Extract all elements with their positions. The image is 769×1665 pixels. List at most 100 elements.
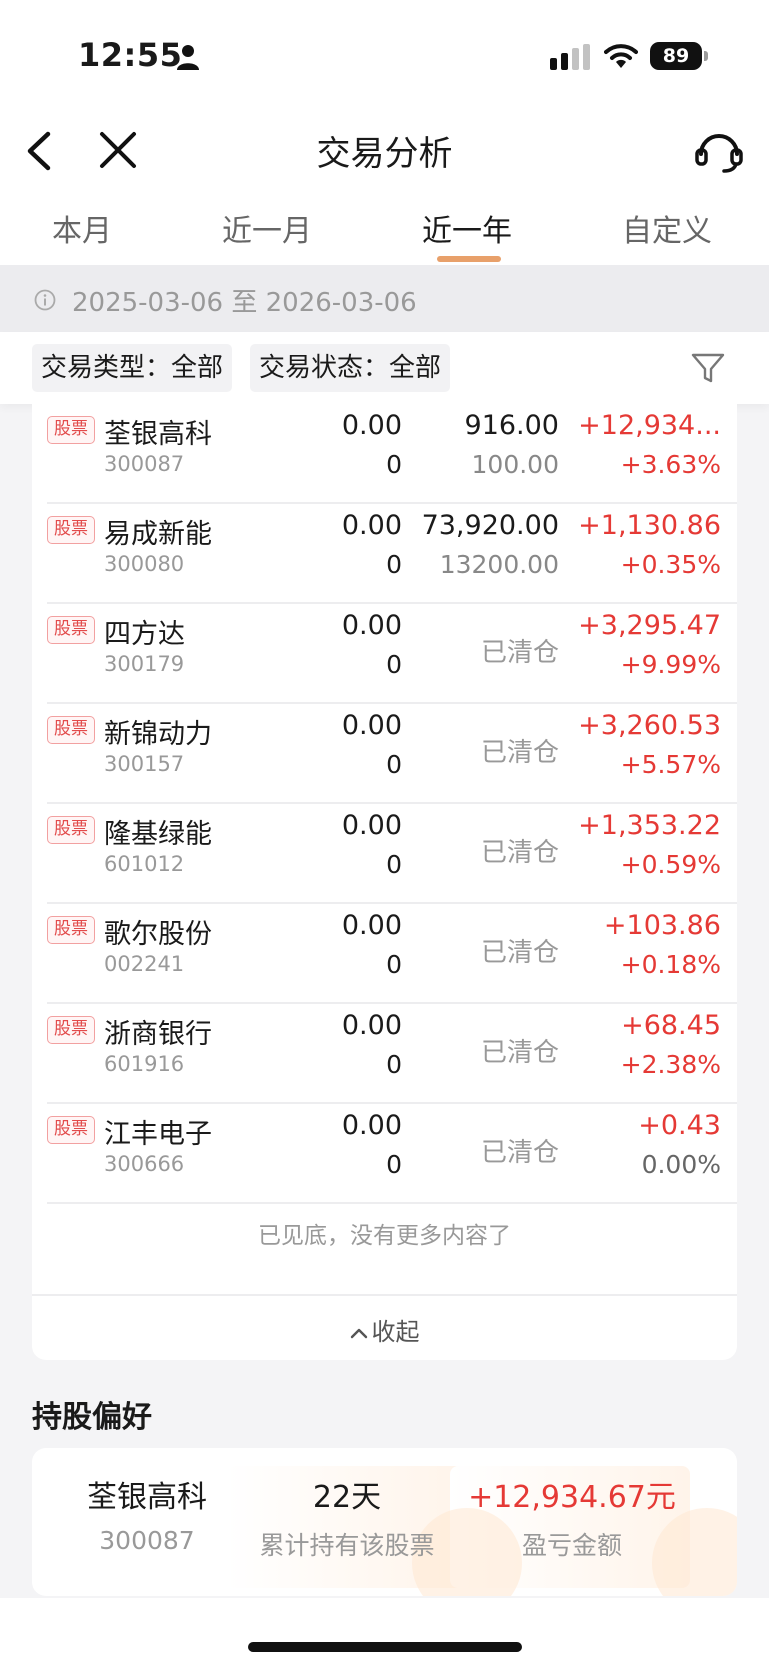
wifi-icon (604, 44, 638, 68)
preferred-stock-code: 300087 (99, 1526, 195, 1555)
period-tabs: 本月 近一月 近一年 自定义 (0, 190, 769, 265)
profit-amount: +12,934... (578, 410, 721, 441)
value-a2: 0 (386, 450, 402, 479)
stock-type-badge: 股票 (47, 616, 95, 644)
page-title: 交易分析 (316, 134, 453, 174)
battery-indicator: 89 (650, 42, 702, 70)
list-end-note: 已见底，没有更多内容了 (258, 1223, 511, 1249)
active-tab-indicator (437, 256, 501, 262)
profit-amount: +1,130.86 (578, 510, 721, 541)
cleared-status: 已清仓 (480, 1038, 559, 1068)
tab-last-year[interactable]: 近一年 (422, 206, 512, 250)
profit-rate: +3.63% (620, 450, 721, 479)
value-b1: 73,920.00 (421, 510, 559, 541)
holding-preference-card[interactable]: 荃银高科 300087 22天 累计持有该股票 +12,934.67元 盈亏金额 (32, 1448, 737, 1596)
value-a1: 0.00 (341, 510, 402, 541)
date-range-text: 2025-03-06 至 2026-03-06 (72, 288, 417, 318)
filter-bar: 交易类型：全部 交易状态：全部 (0, 332, 769, 404)
filter-funnel-icon[interactable] (690, 350, 726, 386)
table-row[interactable]: 股票 隆基绿能 601012 0.00 0 已清仓 +1,353.22 +0.5… (47, 804, 737, 904)
table-row[interactable]: 股票 浙商银行 601916 0.00 0 已清仓 +68.45 +2.38% (47, 1004, 737, 1104)
table-row[interactable]: 股票 四方达 300179 0.00 0 已清仓 +3,295.47 +9.99… (47, 604, 737, 704)
trade-status-filter[interactable]: 交易状态：全部 (250, 344, 451, 392)
cleared-status: 已清仓 (480, 838, 559, 868)
stock-name: 江丰电子 (104, 1119, 212, 1150)
stock-code: 601916 (104, 1052, 185, 1076)
preferred-stock-name: 荃银高科 (87, 1480, 207, 1515)
cellular-signal-icon (550, 44, 590, 70)
stock-type-badge: 股票 (47, 516, 95, 544)
status-time: 12:55 (78, 36, 183, 74)
stock-name: 四方达 (104, 619, 185, 650)
table-row[interactable]: 股票 歌尔股份 002241 0.00 0 已清仓 +103.86 +0.18% (47, 904, 737, 1004)
stock-type-badge: 股票 (47, 1016, 95, 1044)
bottom-safe-area (0, 1598, 769, 1665)
cleared-status: 已清仓 (480, 938, 559, 968)
profit-amount: +3,260.53 (578, 710, 721, 741)
table-row[interactable]: 股票 新锦动力 300157 0.00 0 已清仓 +3,260.53 +5.5… (47, 704, 737, 804)
tab-last-month[interactable]: 近一月 (222, 206, 312, 250)
table-row[interactable]: 股票 江丰电子 300666 0.00 0 已清仓 +0.43 0.00% (47, 1104, 737, 1204)
holding-pnl-label: 盈亏金额 (521, 1531, 622, 1560)
preferred-stock: 荃银高科 300087 (32, 1472, 262, 1555)
stock-name: 歌尔股份 (104, 919, 212, 950)
stock-type-badge: 股票 (47, 816, 95, 844)
value-a1: 0.00 (341, 910, 402, 941)
value-b2: 13200.00 (439, 550, 559, 579)
battery-tip (704, 51, 708, 61)
divider (32, 1294, 737, 1296)
table-row[interactable]: 股票 易成新能 300080 0.00 0 73,920.00 13200.00… (47, 504, 737, 604)
profit-rate: +5.57% (620, 750, 721, 779)
profit-rate: +0.18% (620, 950, 721, 979)
profit-rate: +9.99% (620, 650, 721, 679)
tab-this-month[interactable]: 本月 (52, 206, 112, 250)
value-a1: 0.00 (341, 610, 402, 641)
stock-type-badge: 股票 (47, 1116, 95, 1144)
profit-amount: +103.86 (603, 910, 721, 941)
stock-code: 002241 (104, 952, 185, 976)
holding-days-label: 累计持有该股票 (259, 1531, 435, 1560)
status-bar: 12:55 89 (0, 0, 769, 110)
profit-amount: +1,353.22 (578, 810, 721, 841)
stock-type-badge: 股票 (47, 716, 95, 744)
collapse-button[interactable]: 收起 (32, 1312, 737, 1347)
value-a2: 0 (386, 1050, 402, 1079)
profit-amount: +68.45 (621, 1010, 721, 1041)
value-b2: 100.00 (471, 450, 559, 479)
info-icon (34, 289, 56, 311)
tab-custom[interactable]: 自定义 (622, 206, 712, 250)
home-indicator[interactable] (248, 1642, 522, 1652)
stock-name: 荃银高科 (104, 419, 212, 450)
value-a2: 0 (386, 750, 402, 779)
value-a2: 0 (386, 850, 402, 879)
date-range-bar: 2025-03-06 至 2026-03-06 (0, 265, 769, 332)
value-b1: 916.00 (464, 410, 559, 441)
stock-type-badge: 股票 (47, 416, 95, 444)
value-a1: 0.00 (341, 710, 402, 741)
nav-bar: 交易分析 (0, 110, 769, 190)
value-a1: 0.00 (341, 1110, 402, 1141)
stock-code: 300666 (104, 1152, 185, 1176)
value-a2: 0 (386, 550, 402, 579)
stock-name: 隆基绿能 (104, 819, 212, 850)
stock-code: 300080 (104, 552, 185, 576)
cleared-status: 已清仓 (480, 1138, 559, 1168)
stock-code: 300157 (104, 752, 185, 776)
stock-name: 新锦动力 (104, 719, 212, 750)
value-a1: 0.00 (341, 1010, 402, 1041)
cleared-status: 已清仓 (480, 738, 559, 768)
trade-type-filter[interactable]: 交易类型：全部 (32, 344, 233, 392)
stock-name: 浙商银行 (104, 1019, 212, 1050)
stock-name: 易成新能 (104, 519, 212, 550)
profit-amount: +0.43 (638, 1110, 721, 1141)
value-a1: 0.00 (341, 810, 402, 841)
profit-rate: 0.00% (641, 1150, 721, 1179)
holding-days: 22天 累计持有该股票 (232, 1472, 462, 1562)
collapse-label: 收起 (371, 1318, 420, 1346)
value-a2: 0 (386, 650, 402, 679)
table-row[interactable]: 股票 荃银高科 300087 0.00 0 916.00 100.00 +12,… (47, 404, 737, 504)
stock-type-badge: 股票 (47, 916, 95, 944)
customer-service-icon[interactable] (694, 128, 744, 174)
profit-rate: +0.35% (620, 550, 721, 579)
profit-rate: +0.59% (620, 850, 721, 879)
